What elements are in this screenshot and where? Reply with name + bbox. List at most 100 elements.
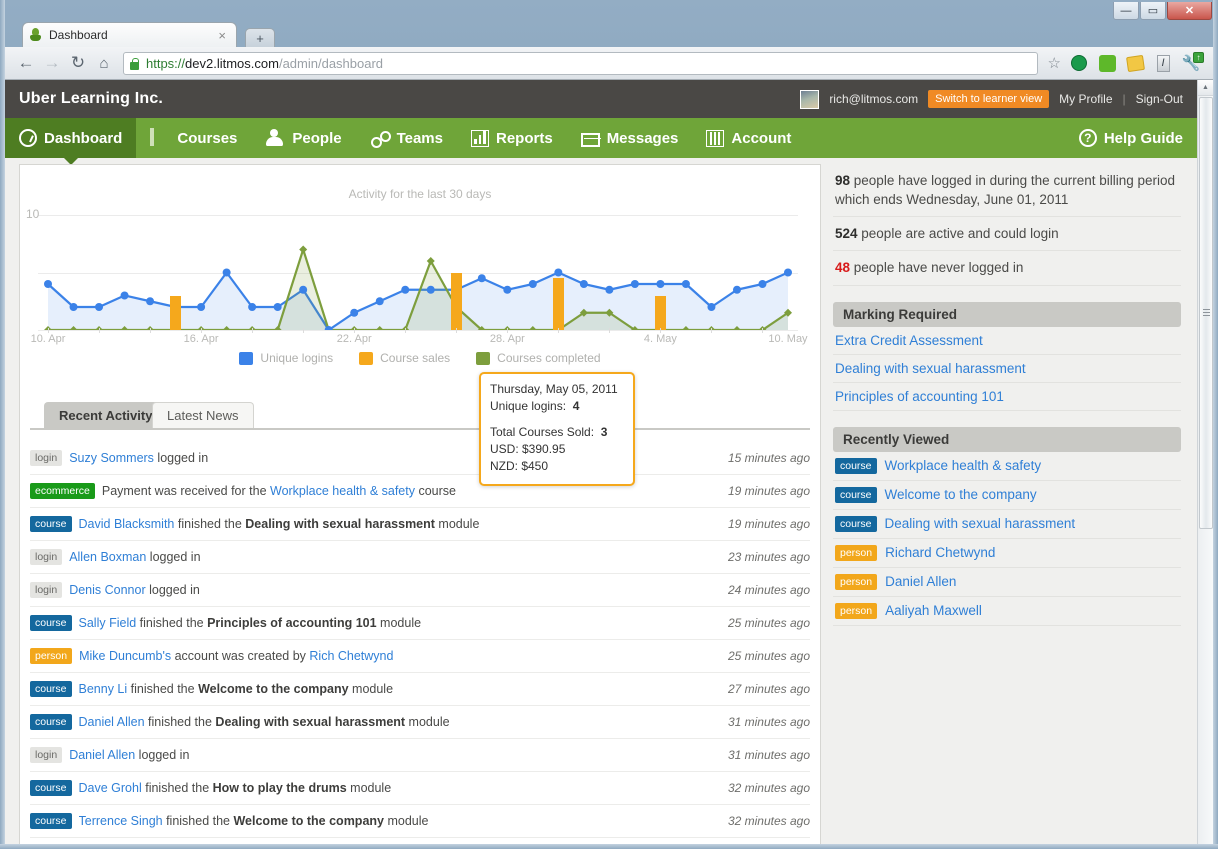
recently-viewed-link[interactable]: Richard Chetwynd	[885, 545, 995, 560]
legend-label-completed: Courses completed	[497, 351, 601, 365]
chart-svg	[44, 245, 792, 330]
chart-x-tick-mark	[609, 328, 611, 333]
activity-row: login Allen Boxman logged in 23 minutes ag…	[30, 541, 810, 574]
marking-required-item[interactable]: Principles of accounting 101	[833, 383, 1181, 411]
nav-item-teams[interactable]: Teams	[356, 118, 457, 158]
activity-row: login Daniel Allen logged in 31 minutes ag…	[30, 739, 810, 772]
nav-item-help-guide[interactable]: ? Help Guide	[1065, 118, 1197, 158]
notes-icon[interactable]	[1123, 53, 1147, 73]
activity-plain-text: finished the	[127, 682, 199, 696]
info-icon[interactable]: I	[1151, 53, 1175, 73]
recently-viewed-item[interactable]: course Workplace health & safety	[833, 452, 1181, 481]
nav-item-dashboard[interactable]: Dashboard	[5, 118, 137, 165]
close-button[interactable]: ✕	[1167, 2, 1212, 20]
nav-item-account[interactable]: Account	[692, 118, 805, 158]
activity-plain-text: module	[348, 682, 394, 696]
recently-viewed-link[interactable]: Welcome to the company	[885, 487, 1037, 502]
page-scrollbar[interactable]: ▲	[1197, 80, 1213, 844]
tab-latest-news[interactable]: Latest News	[152, 402, 254, 428]
activity-link[interactable]: Mike Duncumb's	[79, 649, 171, 663]
scroll-up-arrow[interactable]: ▲	[1198, 80, 1213, 96]
activity-link[interactable]: Dave Grohl	[79, 781, 142, 795]
activity-link[interactable]: Rich Chetwynd	[309, 649, 393, 663]
activity-link[interactable]: Suzy Sommers	[69, 451, 154, 465]
minimize-button[interactable]: —	[1113, 2, 1139, 20]
new-tab-button[interactable]: +	[245, 28, 275, 47]
address-bar-url: https://dev2.litmos.com/admin/dashboard	[146, 56, 383, 71]
switch-to-learner-view-button[interactable]: Switch to learner view	[928, 90, 1050, 108]
activity-plain-text: finished the	[144, 715, 216, 729]
recently-viewed-tag-person: person	[835, 602, 878, 619]
nav-item-people[interactable]: People	[251, 118, 355, 158]
recently-viewed-item[interactable]: person Aaliyah Maxwell	[833, 597, 1181, 626]
people-icon	[265, 128, 285, 148]
nav-label-account: Account	[731, 129, 792, 147]
marking-required-item[interactable]: Dealing with sexual harassment	[833, 355, 1181, 383]
recently-viewed-item[interactable]: person Daniel Allen	[833, 568, 1181, 597]
activity-link[interactable]: Daniel Allen	[69, 748, 135, 762]
activity-link[interactable]: Sally Field	[79, 616, 137, 630]
marking-required-link[interactable]: Dealing with sexual harassment	[835, 361, 1026, 376]
activity-link[interactable]: Denis Connor	[69, 583, 145, 597]
browser-tab-title: Dashboard	[49, 28, 108, 42]
recently-viewed-item[interactable]: course Dealing with sexual harassment	[833, 510, 1181, 539]
recently-viewed-link[interactable]: Workplace health & safety	[885, 458, 1042, 473]
home-icon[interactable]: ⌂	[91, 55, 117, 72]
nav-item-courses[interactable]: Courses	[136, 118, 251, 158]
activity-link[interactable]: Daniel Allen	[79, 715, 145, 729]
tab-recent-activity[interactable]: Recent Activity	[44, 402, 168, 428]
url-path: /admin/dashboard	[278, 55, 384, 71]
window-frame-bottom	[0, 844, 1218, 849]
my-profile-link[interactable]: My Profile	[1059, 92, 1112, 106]
activity-plain-text: module	[383, 814, 429, 828]
recently-viewed-link[interactable]: Dealing with sexual harassment	[885, 516, 1076, 531]
tooltip-nzd: NZD: $450	[490, 459, 549, 474]
marking-required-item[interactable]: Extra Credit Assessment	[833, 327, 1181, 355]
marking-required-link[interactable]: Extra Credit Assessment	[835, 333, 983, 348]
bar-chart-icon	[471, 129, 489, 147]
maximize-button[interactable]: ▭	[1140, 2, 1166, 20]
legend-swatch-completed	[476, 351, 491, 365]
activity-plain-text: logged in	[135, 748, 190, 762]
chart-tooltip: Thursday, May 05, 2011 Unique logins: 4 …	[479, 372, 635, 487]
activity-link[interactable]: David Blacksmith	[79, 517, 175, 531]
activity-link[interactable]: Terrence Singh	[79, 814, 163, 828]
activity-row: ecommerce Payment was received for the Wo…	[30, 475, 810, 508]
update-badge: ↑	[1193, 52, 1204, 63]
marking-required-link[interactable]: Principles of accounting 101	[835, 389, 1004, 404]
address-bar[interactable]: https://dev2.litmos.com/admin/dashboard	[123, 51, 1038, 75]
nav-item-messages[interactable]: Messages	[567, 118, 693, 158]
legend-item-completed: Courses completed	[476, 351, 601, 365]
nav-item-reports[interactable]: Reports	[457, 118, 567, 158]
reload-icon[interactable]: ↻	[65, 53, 91, 73]
activity-link[interactable]: Allen Boxman	[69, 550, 146, 564]
scrollbar-thumb[interactable]	[1199, 97, 1213, 529]
tab-close-icon[interactable]: ×	[214, 28, 230, 43]
nav-label-help: Help Guide	[1103, 129, 1183, 147]
activity-plain-text: logged in	[145, 583, 200, 597]
activity-plain-text: finished the	[136, 616, 208, 630]
recently-viewed-item[interactable]: person Richard Chetwynd	[833, 539, 1181, 568]
stat-line: 524 people are active and could login	[833, 217, 1181, 252]
activity-link[interactable]: Workplace health & safety	[270, 484, 415, 498]
activity-text: Terrence Singh finished the Welcome to t…	[79, 814, 716, 828]
bookmark-star-icon[interactable]: ☆	[1048, 54, 1061, 72]
activity-text: Sally Field finished the Principles of a…	[79, 616, 716, 630]
activity-plain-text: module	[405, 715, 450, 729]
stat-text: people have never logged in	[850, 260, 1024, 276]
wrench-menu-icon[interactable]: 🔧 ↑	[1179, 52, 1204, 73]
recently-viewed-link[interactable]: Aaliyah Maxwell	[885, 603, 982, 618]
activity-link[interactable]: Benny Li	[79, 682, 128, 696]
browser-tab[interactable]: Dashboard ×	[22, 22, 237, 47]
activity-row: course Terrence Singh finished the Welcom…	[30, 805, 810, 838]
clock-icon[interactable]	[1067, 53, 1091, 73]
forward-icon[interactable]: →	[39, 53, 65, 73]
recently-viewed-item[interactable]: course Welcome to the company	[833, 481, 1181, 510]
evernote-icon[interactable]	[1095, 53, 1119, 73]
feed-tabs: Recent Activity Latest News	[30, 402, 810, 430]
activity-text: Allen Boxman logged in	[69, 550, 716, 564]
back-icon[interactable]: ←	[13, 53, 39, 73]
recently-viewed-link[interactable]: Daniel Allen	[885, 574, 956, 589]
sign-out-link[interactable]: Sign-Out	[1136, 92, 1183, 106]
activity-text: Payment was received for the Workplace h…	[102, 484, 716, 498]
